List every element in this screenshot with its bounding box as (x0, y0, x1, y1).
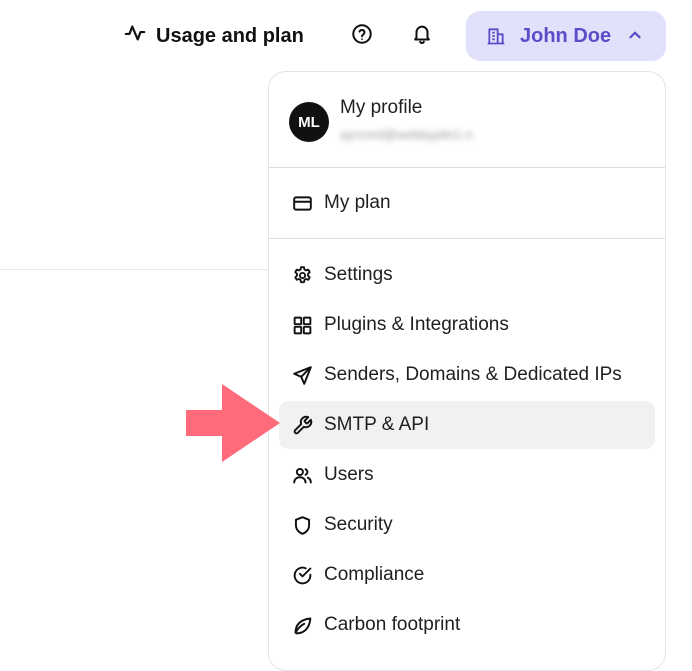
chevron-up-icon (626, 26, 644, 44)
usage-and-plan-button[interactable]: Usage and plan (124, 20, 304, 52)
gear-icon (290, 263, 314, 287)
avatar: ML (289, 102, 329, 142)
check-circle-icon (290, 563, 314, 587)
leaf-icon (290, 613, 314, 637)
menu-item-label: Carbon footprint (324, 614, 461, 635)
menu-item-label: Compliance (324, 564, 425, 585)
menu-item-label: Security (324, 514, 393, 535)
menu-item-label: Settings (324, 264, 393, 285)
menu-item-plugins[interactable]: Plugins & Integrations (279, 301, 655, 349)
account-menu-button[interactable]: John Doe (466, 11, 666, 61)
menu-item-compliance[interactable]: Compliance (279, 551, 655, 599)
building-icon (486, 26, 506, 46)
menu-item-senders[interactable]: Senders, Domains & Dedicated IPs (279, 351, 655, 399)
page-divider (0, 269, 270, 270)
menu-item-carbon-footprint[interactable]: Carbon footprint (279, 601, 655, 649)
activity-icon (124, 22, 146, 50)
menu-item-security[interactable]: Security (279, 501, 655, 549)
menu-item-settings[interactable]: Settings (279, 251, 655, 299)
profile-email: ayrcred@webbyplin1.n (340, 127, 473, 142)
menu-separator (269, 167, 665, 168)
menu-item-label: Users (324, 464, 374, 485)
shield-icon (290, 513, 314, 537)
wrench-icon (290, 413, 314, 437)
account-name: John Doe (520, 24, 612, 47)
notifications-button[interactable] (408, 22, 436, 50)
menu-item-users[interactable]: Users (279, 451, 655, 499)
pointer-arrow-icon (186, 384, 280, 462)
menu-item-label: My plan (324, 192, 391, 213)
users-icon (290, 463, 314, 487)
menu-item-label: Plugins & Integrations (324, 314, 509, 335)
profile-title: My profile (340, 97, 423, 118)
account-dropdown-menu: ML My profile ayrcred@webbyplin1.n My pl… (268, 71, 666, 671)
usage-label: Usage and plan (156, 24, 304, 47)
my-profile-item[interactable]: ML My profile ayrcred@webbyplin1.n (289, 94, 649, 154)
send-icon (290, 363, 314, 387)
help-icon (351, 23, 373, 50)
menu-item-label: Senders, Domains & Dedicated IPs (324, 364, 622, 385)
bell-icon (411, 23, 433, 50)
menu-item-my-plan[interactable]: My plan (279, 179, 655, 227)
menu-item-smtp-api[interactable]: SMTP & API (279, 401, 655, 449)
top-bar: Usage and plan John Doe (0, 0, 692, 72)
grid-icon (290, 313, 314, 337)
menu-separator (269, 238, 665, 239)
help-button[interactable] (348, 22, 376, 50)
credit-card-icon (290, 191, 314, 215)
menu-item-label: SMTP & API (324, 414, 430, 435)
